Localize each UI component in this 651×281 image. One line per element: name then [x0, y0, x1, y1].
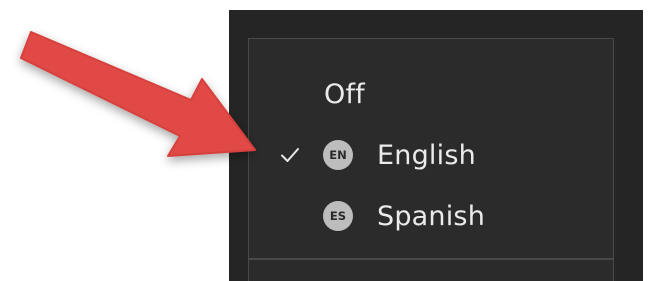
- checkmark-icon: [279, 130, 301, 180]
- menu-item-english[interactable]: EN English: [249, 130, 613, 180]
- english-language-badge-icon: EN: [323, 140, 353, 170]
- menu-divider: [249, 258, 613, 260]
- menu-item-label: Spanish: [377, 200, 486, 232]
- menu-item-label: English: [377, 139, 476, 171]
- screenshot-stage: Off EN English ES Spanish: [0, 0, 651, 281]
- spanish-language-badge-icon: ES: [323, 201, 353, 231]
- menu-item-label: Off: [324, 78, 365, 110]
- menu-item-off[interactable]: Off: [249, 69, 613, 119]
- menu-item-spanish[interactable]: ES Spanish: [249, 191, 613, 241]
- caption-language-menu: Off EN English ES Spanish: [248, 38, 614, 281]
